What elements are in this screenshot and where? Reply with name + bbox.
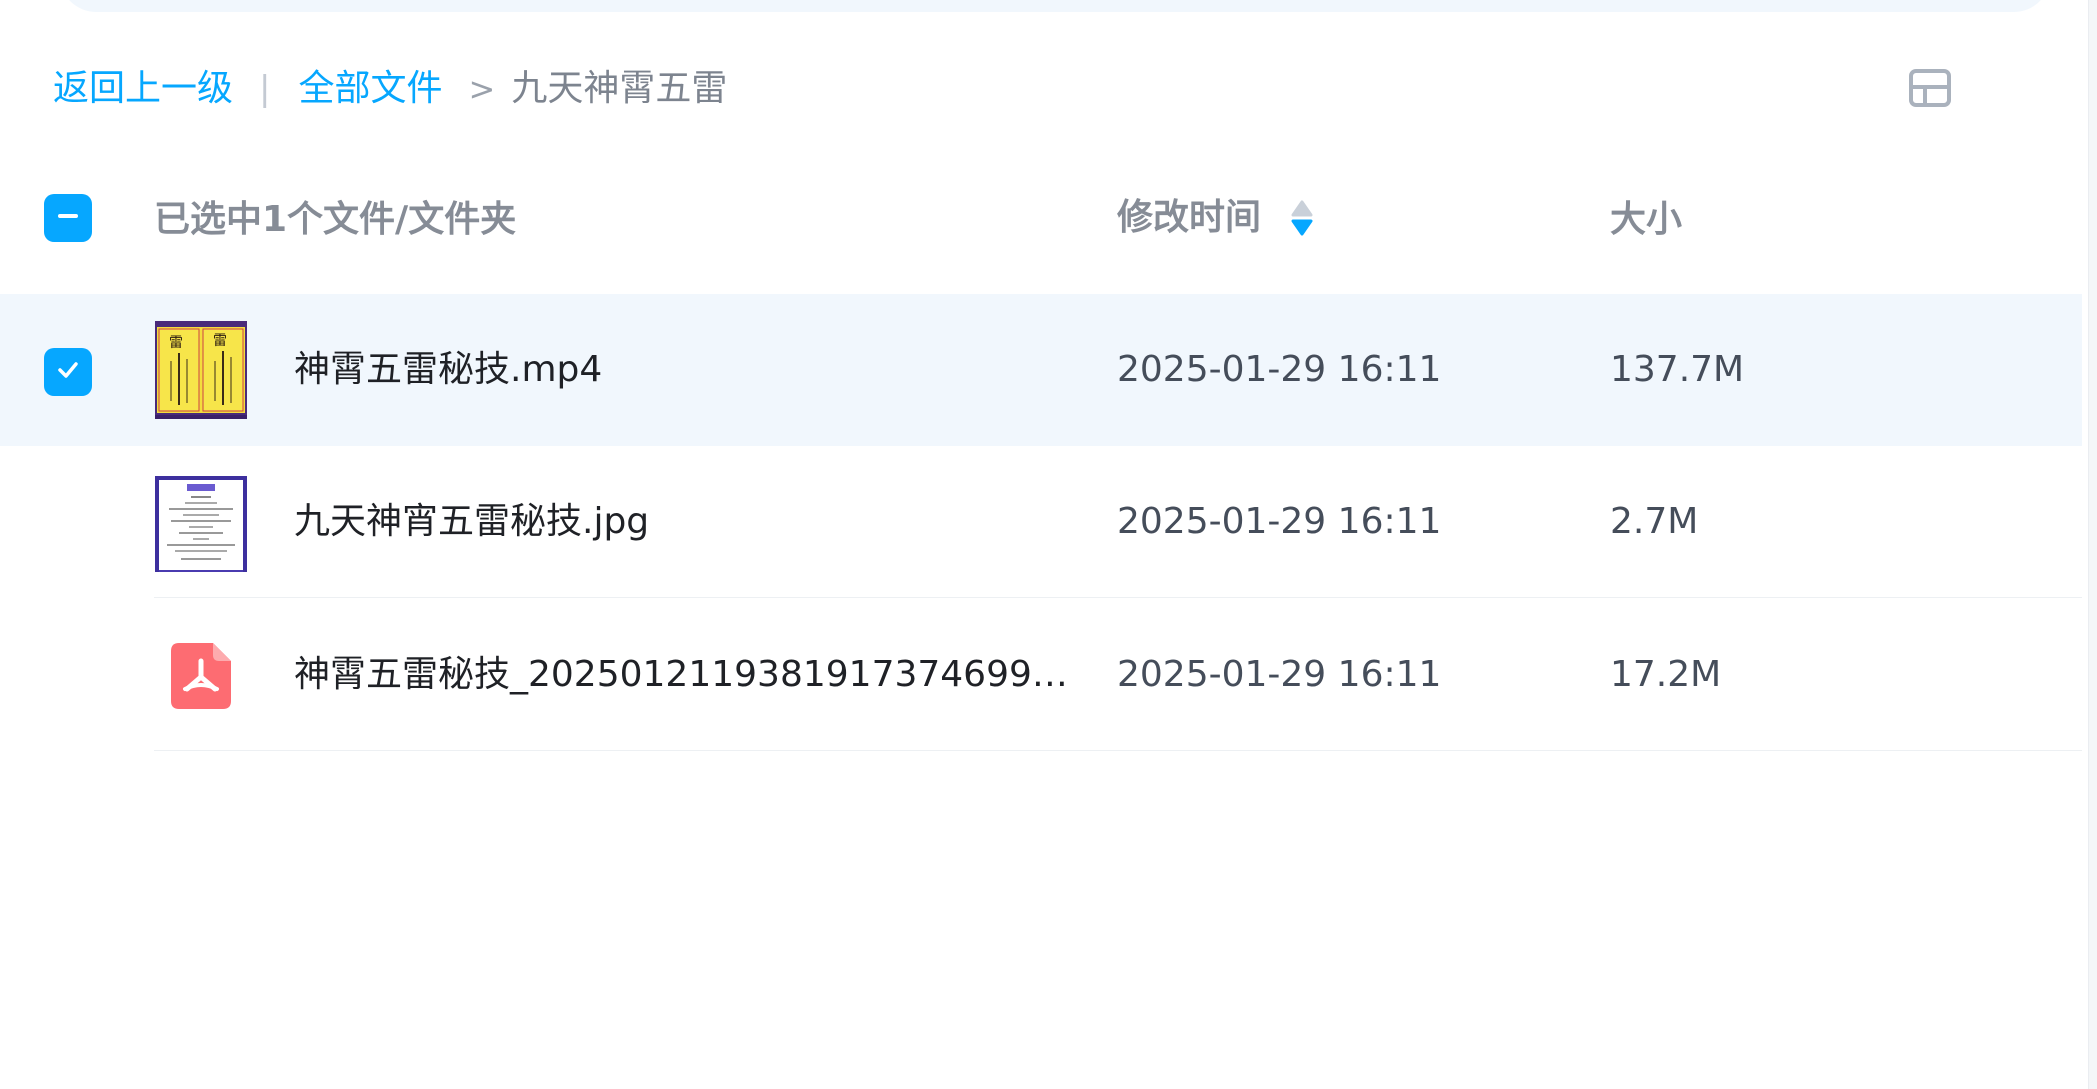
file-modified-time: 2025-01-29 16:11 <box>1117 501 1442 542</box>
selection-count: 已选中1个文件/文件夹 <box>154 199 517 240</box>
sort-icon[interactable] <box>1290 199 1314 237</box>
file-browser-page: 返回上一级 | 全部文件 > 九天神霄五雷 已选中1个文件/文件夹 修改时间 大… <box>0 0 2097 1089</box>
minus-icon <box>55 203 81 233</box>
select-all-checkbox[interactable] <box>44 194 92 242</box>
breadcrumb: 返回上一级 | 全部文件 > 九天神霄五雷 <box>53 63 727 115</box>
svg-text:雷: 雷 <box>213 333 227 349</box>
breadcrumb-current-folder: 九天神霄五雷 <box>511 68 728 109</box>
row-divider <box>154 750 2082 751</box>
file-size: 137.7M <box>1610 349 1745 390</box>
check-icon <box>54 356 82 388</box>
file-modified-time: 2025-01-29 16:11 <box>1117 654 1442 695</box>
search-bar-edge <box>60 0 2050 12</box>
breadcrumb-all-files[interactable]: 全部文件 <box>298 63 442 115</box>
column-header-size[interactable]: 大小 <box>1610 196 1682 244</box>
image-thumbnail[interactable] <box>155 476 247 572</box>
file-name[interactable]: 神霄五雷秘技_20250121193819173746993... <box>294 649 1084 701</box>
file-row[interactable]: 九天神宵五雷秘技.jpg 2025-01-29 16:11 2.7M <box>0 446 2082 598</box>
grid-view-icon[interactable] <box>1908 68 1952 108</box>
file-size: 2.7M <box>1610 501 1699 542</box>
pdf-icon[interactable] <box>171 643 231 709</box>
svg-text:雷: 雷 <box>169 335 183 351</box>
column-header-time[interactable]: 修改时间 <box>1117 194 1261 242</box>
video-thumbnail[interactable]: 雷 雷 <box>155 321 247 419</box>
file-modified-time: 2025-01-29 16:11 <box>1117 349 1442 390</box>
file-row[interactable]: 神霄五雷秘技_20250121193819173746993... 2025-0… <box>0 599 2082 751</box>
file-size: 17.2M <box>1610 654 1722 695</box>
breadcrumb-arrow: > <box>468 70 496 108</box>
file-name[interactable]: 神霄五雷秘技.mp4 <box>294 344 1084 396</box>
row-divider <box>154 597 2082 598</box>
breadcrumb-separator: | <box>259 69 271 109</box>
file-row[interactable]: 雷 雷 神霄五雷秘技.mp4 2025-01-29 16:11 137.7M <box>0 294 2082 446</box>
back-link[interactable]: 返回上一级 <box>53 63 233 115</box>
scrollbar[interactable] <box>2088 0 2097 1089</box>
file-name[interactable]: 九天神宵五雷秘技.jpg <box>294 496 1084 548</box>
row-checkbox[interactable] <box>44 348 92 396</box>
